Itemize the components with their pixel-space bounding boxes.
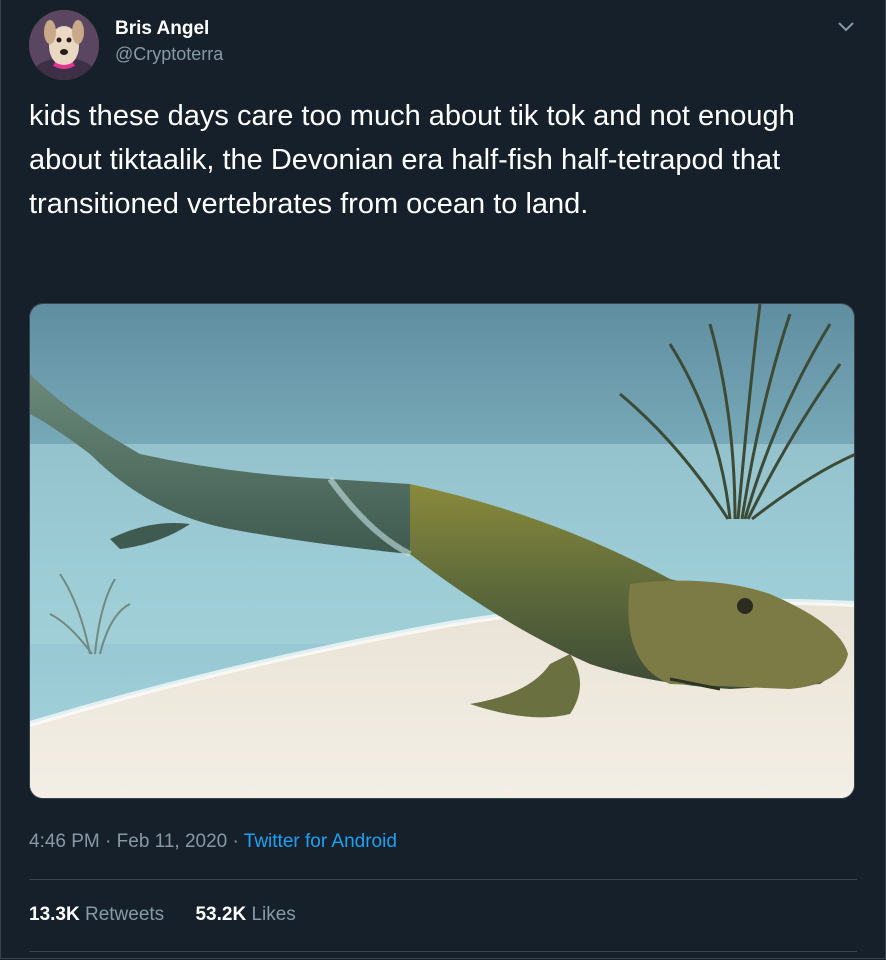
tweet-date[interactable]: Feb 11, 2020	[117, 831, 228, 852]
avatar[interactable]	[29, 10, 99, 80]
likes-label: Likes	[251, 904, 296, 925]
tweet-meta: 4:46 PM · Feb 11, 2020 · Twitter for And…	[29, 831, 397, 853]
retweets-stat[interactable]: 13.3K Retweets	[29, 904, 164, 925]
tweet-time[interactable]: 4:46 PM	[29, 831, 100, 852]
retweets-label: Retweets	[84, 904, 165, 925]
chevron-down-icon[interactable]	[833, 14, 859, 40]
likes-stat[interactable]: 53.2K Likes	[195, 904, 295, 925]
meta-separator: ·	[105, 831, 112, 852]
dog-avatar-icon	[29, 10, 99, 80]
meta-separator: ·	[232, 831, 239, 852]
tweet-source-link[interactable]: Twitter for Android	[244, 831, 397, 852]
tweet-stats: 13.3K Retweets 53.2K Likes	[29, 904, 322, 926]
divider	[29, 951, 857, 952]
display-name[interactable]: Bris Angel	[115, 18, 223, 40]
tweet-text: kids these days care too much about tik …	[29, 100, 795, 220]
tiktaalik-illustration-icon	[30, 304, 854, 798]
author-names: Bris Angel @Cryptoterra	[115, 18, 223, 66]
tweet-container: Bris Angel @Cryptoterra kids these days …	[0, 0, 886, 959]
divider	[29, 879, 857, 880]
retweets-count: 13.3K	[29, 904, 80, 925]
likes-count: 53.2K	[195, 904, 247, 925]
user-handle[interactable]: @Cryptoterra	[115, 42, 223, 66]
tweet-image[interactable]	[29, 303, 855, 799]
tweet-header: Bris Angel @Cryptoterra	[29, 10, 859, 80]
